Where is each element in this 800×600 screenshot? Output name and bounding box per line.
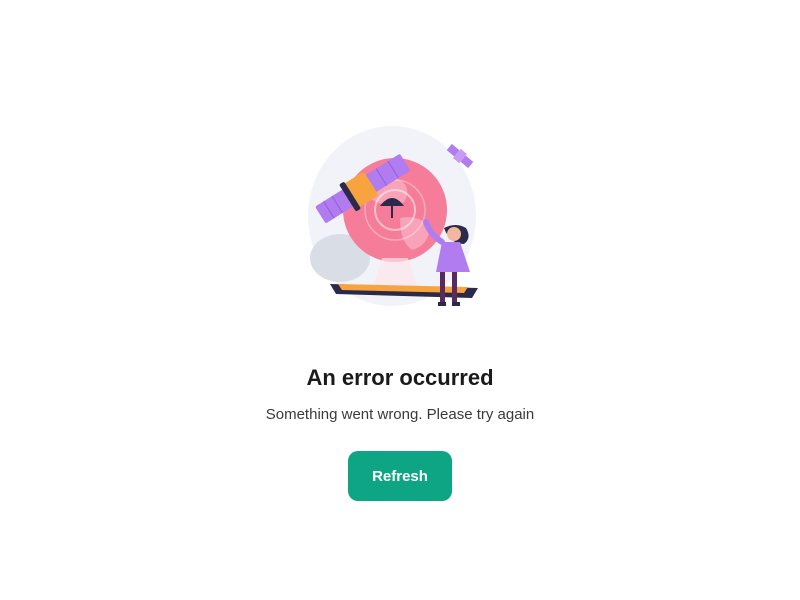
error-page: An error occurred Something went wrong. …: [0, 0, 800, 600]
error-illustration: [300, 118, 500, 318]
error-title: An error occurred: [306, 365, 494, 390]
error-message: Something went wrong. Please try again: [265, 406, 535, 423]
satellite-globe-illustration-icon: [308, 126, 478, 306]
refresh-button[interactable]: Refresh: [348, 451, 452, 501]
